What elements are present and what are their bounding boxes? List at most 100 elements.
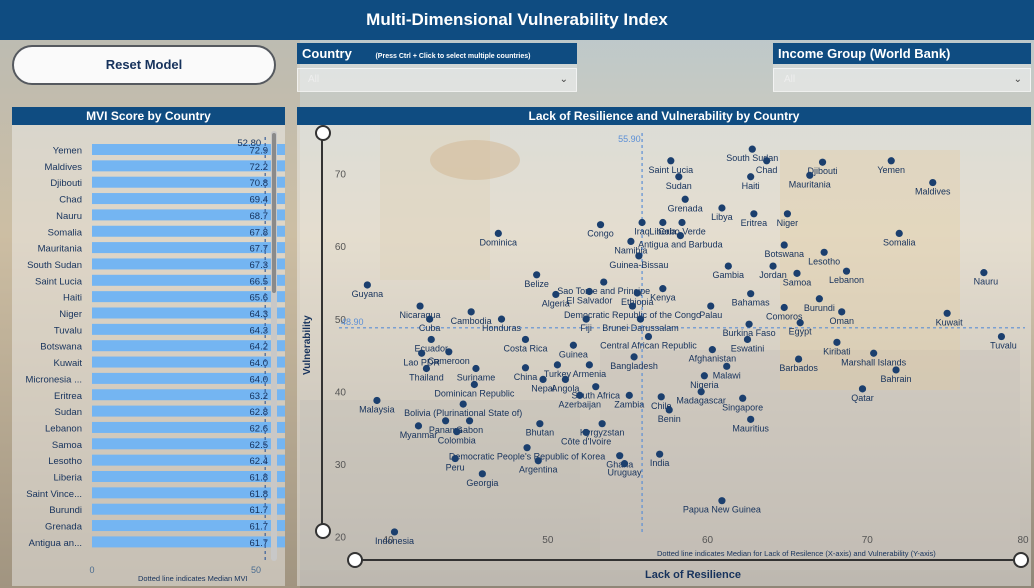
scatter-point[interactable] xyxy=(442,417,450,425)
scatter-point[interactable] xyxy=(576,391,584,399)
scatter-point[interactable] xyxy=(678,218,686,227)
scatter-point[interactable] xyxy=(750,210,758,218)
scatter-point[interactable] xyxy=(833,338,841,346)
scatter-point[interactable] xyxy=(582,428,590,437)
scatter-point[interactable] xyxy=(453,428,461,436)
scatter-point[interactable] xyxy=(697,388,705,396)
scatter-point[interactable] xyxy=(592,383,600,391)
y-slider-bottom-handle[interactable] xyxy=(315,523,331,539)
scatter-point[interactable] xyxy=(418,349,426,357)
scatter-point[interactable] xyxy=(521,335,530,344)
x-slider-right-handle[interactable] xyxy=(1013,552,1029,568)
x-slider-left-handle[interactable] xyxy=(347,552,363,568)
scatter-point[interactable] xyxy=(552,290,560,299)
scatter-point[interactable] xyxy=(657,393,665,401)
scatter-point[interactable] xyxy=(585,361,593,369)
scatter-point[interactable] xyxy=(625,391,633,399)
scatter-point[interactable] xyxy=(793,269,801,277)
scatter-point[interactable] xyxy=(616,452,624,460)
scatter-point[interactable] xyxy=(665,406,673,414)
scatter-point[interactable] xyxy=(724,262,732,270)
scatter-point[interactable] xyxy=(747,415,755,423)
y-range-slider[interactable] xyxy=(321,131,323,529)
scatter-point[interactable] xyxy=(783,210,792,218)
scatter-point[interactable] xyxy=(582,315,590,323)
scatter-point[interactable] xyxy=(667,157,675,165)
scatter-point[interactable] xyxy=(534,457,542,465)
scatter-point[interactable] xyxy=(478,470,486,478)
scatter-point[interactable] xyxy=(451,454,459,463)
scatter-point[interactable] xyxy=(596,221,605,229)
scatter-point[interactable] xyxy=(997,332,1006,341)
scatter-point[interactable] xyxy=(523,444,531,452)
scatter-point[interactable] xyxy=(600,278,608,286)
scatter-point[interactable] xyxy=(723,362,731,370)
scatter-point[interactable] xyxy=(838,308,846,316)
scatter-point[interactable] xyxy=(929,178,937,187)
scatter-point[interactable] xyxy=(635,252,643,260)
scatter-point[interactable] xyxy=(630,353,638,361)
chevron-down-icon[interactable]: ⌄ xyxy=(560,69,568,91)
scatter-point[interactable] xyxy=(659,285,667,293)
scatter-point[interactable] xyxy=(870,349,878,357)
scatter-point[interactable] xyxy=(675,173,683,181)
scatter-point[interactable] xyxy=(553,361,562,369)
scatter-point[interactable] xyxy=(796,319,804,327)
scatter-point[interactable] xyxy=(636,315,645,323)
scatter-point[interactable] xyxy=(739,394,747,402)
bar-scrollbar[interactable] xyxy=(271,131,277,561)
scatter-point[interactable] xyxy=(416,302,424,310)
scatter-point[interactable] xyxy=(470,380,478,389)
scatter-point[interactable] xyxy=(892,366,900,374)
scatter-point[interactable] xyxy=(569,341,577,349)
scatter-point[interactable] xyxy=(472,364,480,373)
scatter-point[interactable] xyxy=(858,385,867,393)
scatter-point[interactable] xyxy=(533,271,541,279)
scatter-point[interactable] xyxy=(628,302,637,310)
scatter-point[interactable] xyxy=(718,497,726,505)
scatter-point[interactable] xyxy=(794,355,803,363)
country-select[interactable]: All ⌄ xyxy=(297,68,577,92)
scrollbar-thumb[interactable] xyxy=(272,133,276,293)
scatter-point[interactable] xyxy=(561,375,570,383)
scatter-point[interactable] xyxy=(769,262,777,270)
scatter-point[interactable] xyxy=(363,281,371,289)
scatter-point[interactable] xyxy=(427,335,435,344)
scatter-point[interactable] xyxy=(598,420,606,428)
scatter-point[interactable] xyxy=(820,248,828,256)
scatter-point[interactable] xyxy=(497,315,506,323)
income-group-select[interactable]: All ⌄ xyxy=(773,68,1031,92)
scatter-point[interactable] xyxy=(465,417,474,425)
scatter-point[interactable] xyxy=(780,241,788,249)
reset-model-button[interactable]: Reset Model xyxy=(12,45,276,85)
scatter-point[interactable] xyxy=(373,396,381,405)
scatter-point[interactable] xyxy=(895,229,903,238)
y-slider-top-handle[interactable] xyxy=(315,125,331,141)
scatter-point[interactable] xyxy=(708,346,716,354)
scatter-point[interactable] xyxy=(494,229,502,238)
scatter-point[interactable] xyxy=(743,335,752,344)
scatter-point[interactable] xyxy=(748,145,756,153)
scatter-point[interactable] xyxy=(718,204,726,212)
scatter-point[interactable] xyxy=(818,158,827,166)
scatter-point[interactable] xyxy=(780,303,788,312)
scatter-point[interactable] xyxy=(414,422,423,430)
scatter-point[interactable] xyxy=(700,372,708,380)
scatter-point[interactable] xyxy=(585,287,593,296)
scatter-point[interactable] xyxy=(842,267,851,275)
scatter-point[interactable] xyxy=(633,289,641,297)
chevron-down-icon[interactable]: ⌄ xyxy=(1014,69,1022,91)
scatter-point[interactable] xyxy=(815,295,823,303)
scatter-point[interactable] xyxy=(627,237,635,245)
scatter-point[interactable] xyxy=(676,231,685,240)
scatter-point[interactable] xyxy=(422,364,431,373)
scatter-point[interactable] xyxy=(445,348,453,356)
scatter-point[interactable] xyxy=(536,420,544,428)
scatter-point[interactable] xyxy=(943,309,951,317)
scatter-point[interactable] xyxy=(980,269,988,277)
scatter-point[interactable] xyxy=(707,302,715,310)
x-range-slider[interactable] xyxy=(353,559,1025,561)
scatter-point[interactable] xyxy=(539,375,547,383)
scatter-point[interactable] xyxy=(620,460,629,468)
scatter-point[interactable] xyxy=(681,195,689,203)
